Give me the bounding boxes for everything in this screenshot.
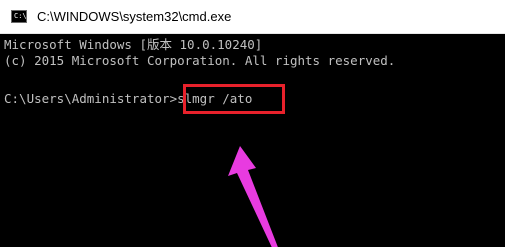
console-output[interactable]: Microsoft Windows [版本 10.0.10240] (c) 20… [0,34,505,247]
window-title: C:\WINDOWS\system32\cmd.exe [37,9,232,24]
cmd-window: C:\ C:\WINDOWS\system32\cmd.exe Microsof… [0,0,505,247]
console-line-copyright: (c) 2015 Microsoft Corporation. All righ… [4,53,396,68]
console-line-version: Microsoft Windows [版本 10.0.10240] [4,37,263,52]
command-highlight-box [183,84,285,114]
annotation-arrow-icon [228,146,278,247]
title-bar[interactable]: C:\ C:\WINDOWS\system32\cmd.exe [0,0,505,34]
cmd-console-icon: C:\ [11,10,27,23]
